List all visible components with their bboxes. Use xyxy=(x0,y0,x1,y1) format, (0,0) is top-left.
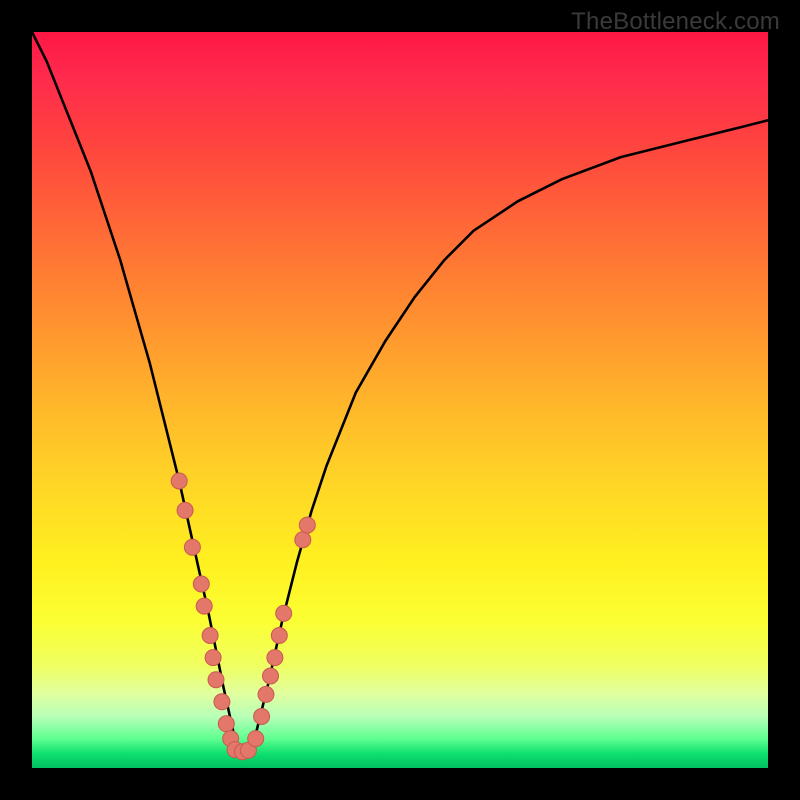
watermark-text: TheBottleneck.com xyxy=(571,8,780,36)
data-marker xyxy=(263,668,279,684)
data-marker xyxy=(193,576,209,592)
data-marker xyxy=(171,473,187,489)
data-marker xyxy=(276,605,292,621)
chart-svg xyxy=(32,32,768,768)
data-marker xyxy=(214,694,230,710)
chart-frame: TheBottleneck.com xyxy=(0,0,800,800)
data-marker xyxy=(271,628,287,644)
data-marker xyxy=(295,532,311,548)
plot-area xyxy=(32,32,768,768)
data-marker xyxy=(208,672,224,688)
data-marker xyxy=(184,539,200,555)
data-marker xyxy=(202,628,218,644)
data-marker xyxy=(254,709,270,725)
data-marker xyxy=(248,731,264,747)
data-markers xyxy=(171,473,315,760)
data-marker xyxy=(177,502,193,518)
data-marker xyxy=(218,716,234,732)
data-marker xyxy=(196,598,212,614)
data-marker xyxy=(267,650,283,666)
data-marker xyxy=(299,517,315,533)
bottleneck-curve xyxy=(32,32,768,753)
data-marker xyxy=(205,650,221,666)
data-marker xyxy=(258,686,274,702)
